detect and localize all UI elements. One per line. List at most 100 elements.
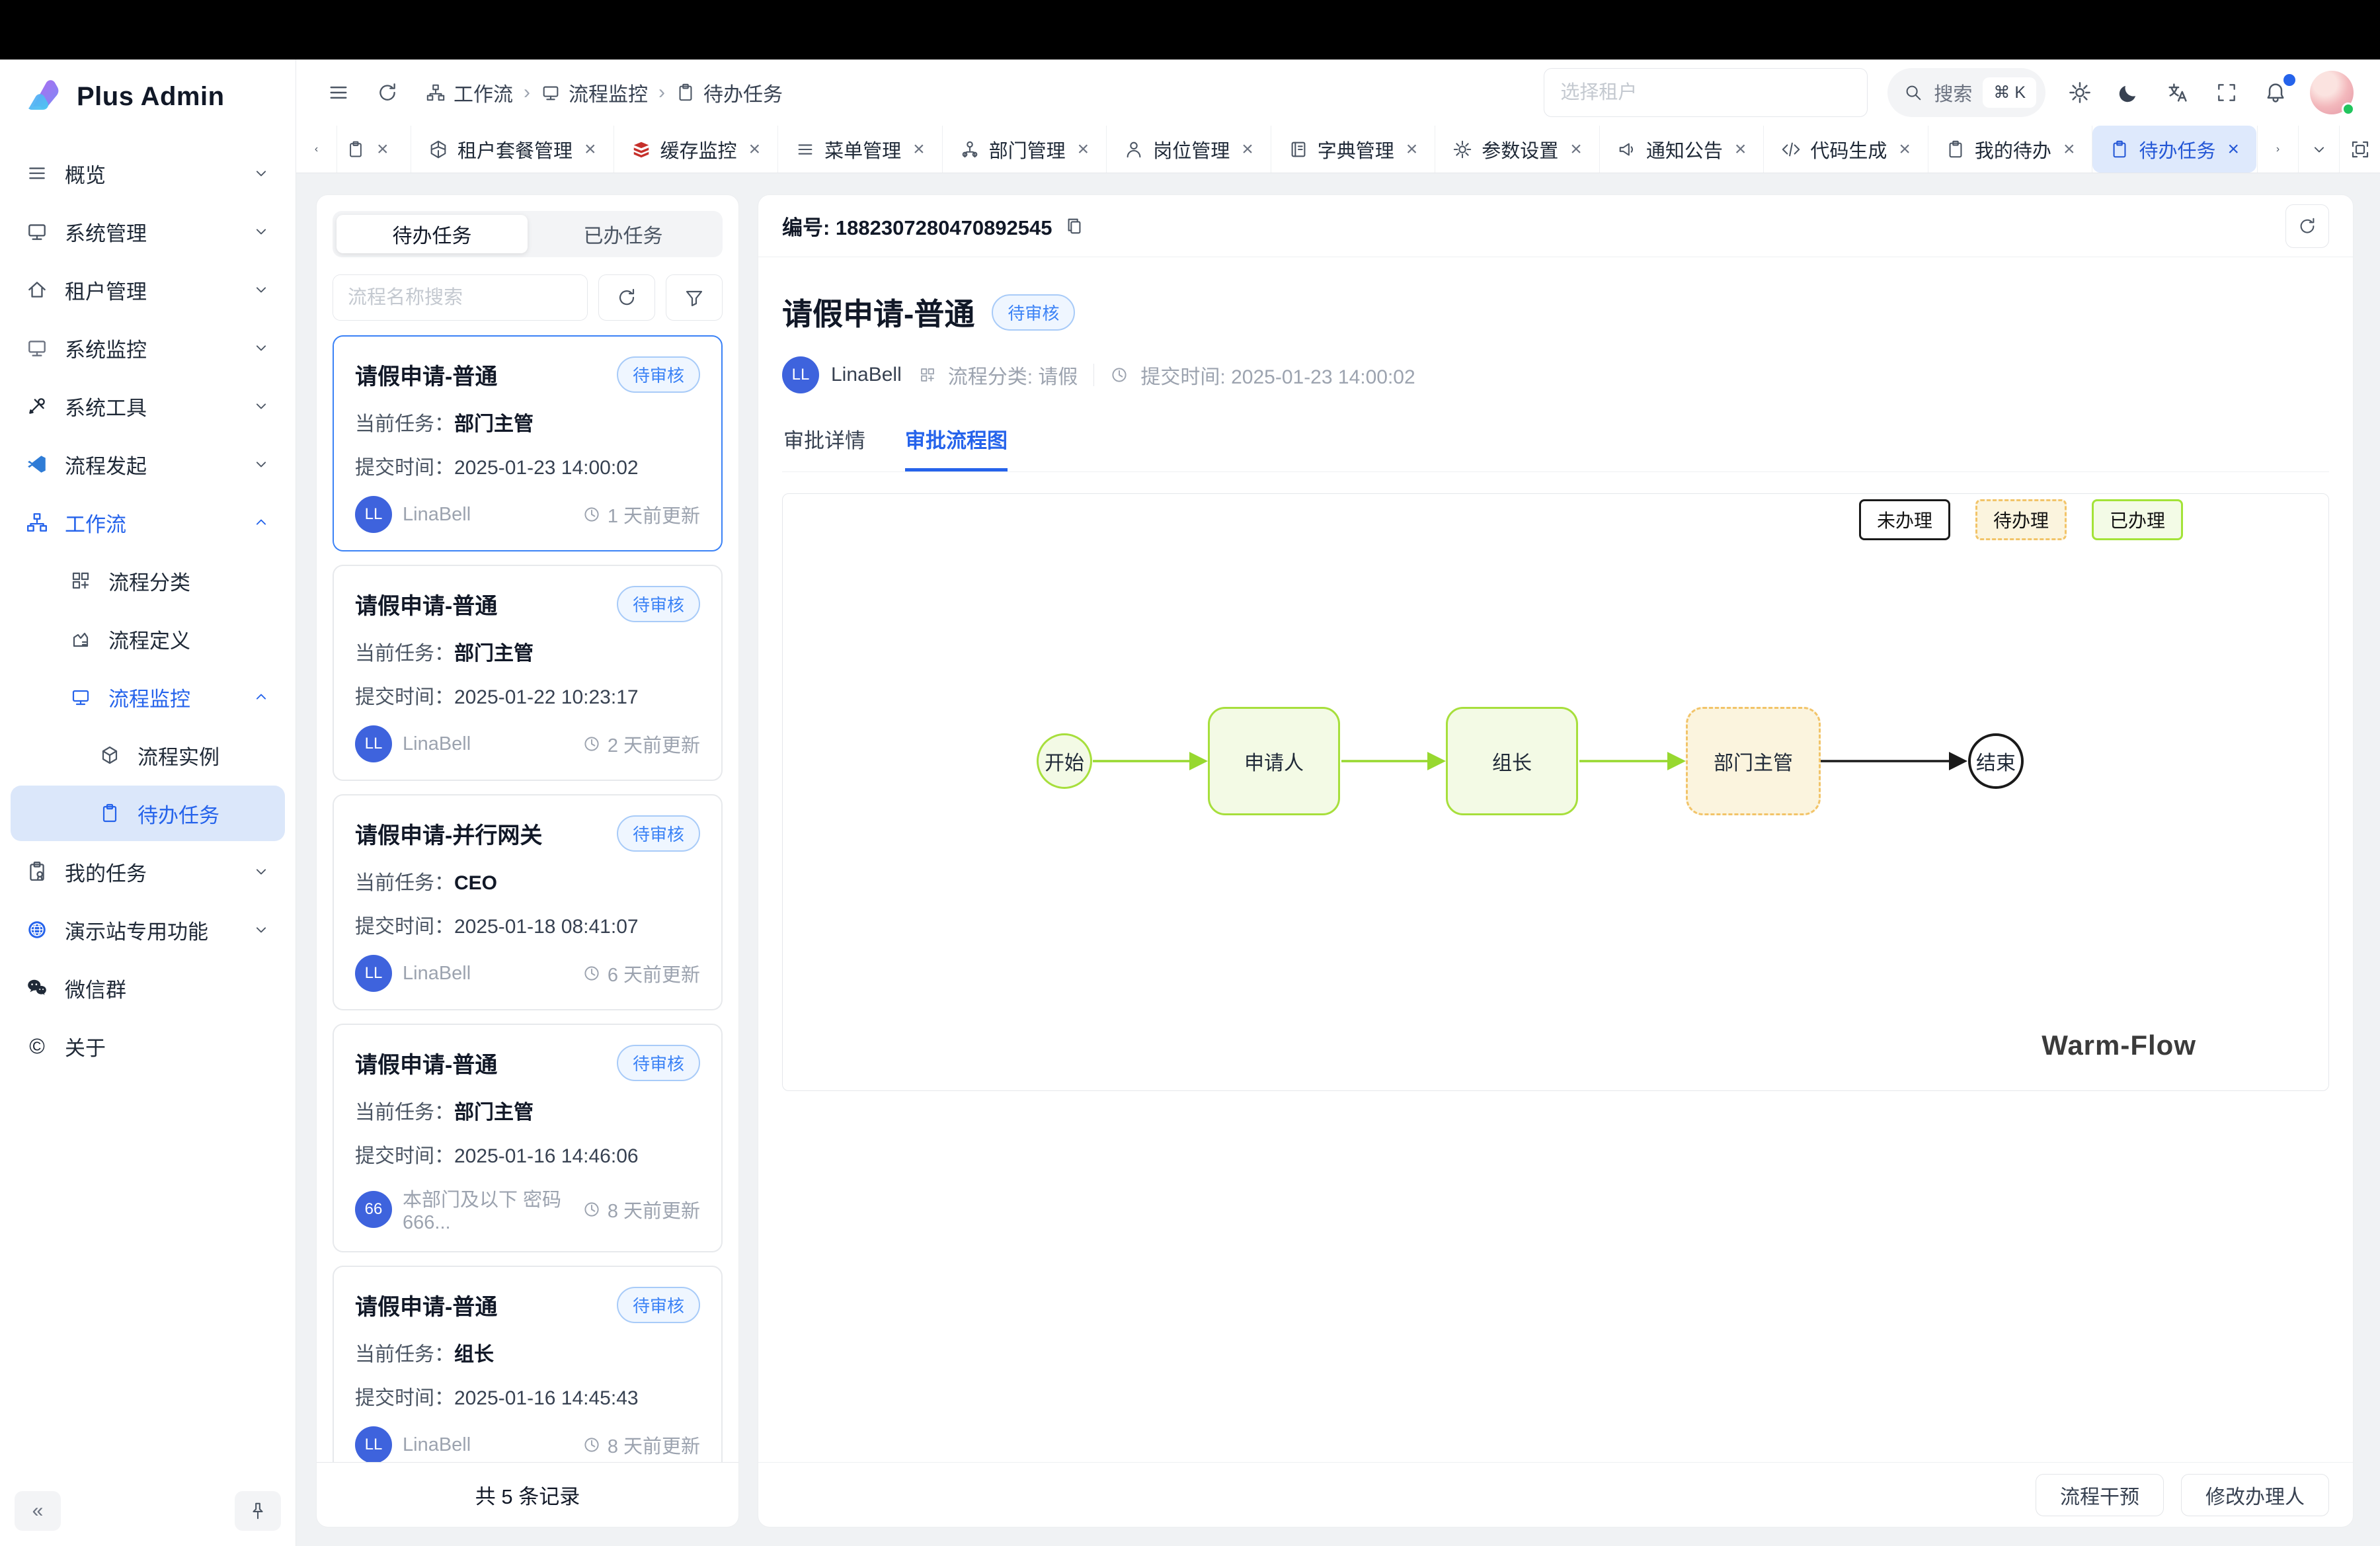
dark-mode-moon-icon[interactable]	[2114, 78, 2143, 107]
sidebar-item-process-monitor[interactable]: 流程监控	[11, 669, 285, 725]
sidebar-item-workflow[interactable]: 工作流	[11, 495, 285, 550]
close-icon[interactable]: ×	[1406, 138, 1418, 161]
close-icon[interactable]: ×	[1570, 138, 1582, 161]
tab-cache-monitor[interactable]: 缓存监控×	[614, 126, 779, 173]
close-icon[interactable]: ×	[1899, 138, 1911, 161]
collapse-sidebar-button[interactable]: «	[15, 1491, 61, 1531]
sidebar-item-wechat-group[interactable]: 微信群	[11, 960, 285, 1016]
task-card[interactable]: 请假申请-普通 待审核 当前任务：部门主管 提交时间：2025-01-23 14…	[333, 335, 723, 551]
sidebar-item-system-tools[interactable]: 系统工具	[11, 378, 285, 434]
settings-gear-icon[interactable]	[2065, 78, 2094, 107]
sidebar-item-label: 流程实例	[138, 741, 219, 770]
tab-todo-tasks[interactable]: 待办任务×	[2092, 126, 2256, 173]
refresh-list-button[interactable]	[598, 274, 655, 321]
tabs-fullscreen-button[interactable]	[2339, 126, 2380, 173]
sidebar-item-label: 流程定义	[108, 624, 190, 654]
sidebar-item-demo-features[interactable]: 演示站专用功能	[11, 902, 285, 957]
sidebar-item-system-mgmt[interactable]: 系统管理	[11, 204, 285, 259]
app-logo[interactable]: Plus Admin	[0, 60, 296, 134]
process-search-input[interactable]	[333, 275, 588, 320]
overview-icon	[25, 162, 49, 184]
change-assignee-button[interactable]: 修改办理人	[2181, 1474, 2329, 1516]
breadcrumb-todo-tasks[interactable]: 待办任务	[676, 78, 783, 107]
notification-badge	[2283, 74, 2295, 86]
flow-node-dept-manager[interactable]: 部门主管	[1686, 707, 1821, 815]
sidebar-item-process-definition[interactable]: 流程定义	[11, 611, 285, 667]
refresh-page-icon[interactable]	[372, 77, 403, 108]
sidebar-item-overview[interactable]: 概览	[11, 145, 285, 201]
notification-bell-icon[interactable]	[2261, 78, 2290, 107]
language-icon[interactable]	[2163, 78, 2192, 107]
tab-param-settings[interactable]: 参数设置×	[1435, 126, 1600, 173]
monitor-icon	[69, 686, 93, 708]
copy-icon[interactable]	[1064, 216, 1084, 236]
detail-title: 请假申请-普通	[782, 290, 974, 334]
tab-bar: ‹ × 租户套餐管理× 缓存监控× 菜单管理×	[296, 126, 2380, 173]
tab-menu-mgmt[interactable]: 菜单管理×	[778, 126, 943, 173]
tab-dict-mgmt[interactable]: 字典管理×	[1271, 126, 1436, 173]
segment-done[interactable]: 已办任务	[528, 215, 719, 253]
flow-node-start[interactable]: 开始	[1037, 733, 1092, 789]
clipboard-icon	[346, 140, 365, 159]
task-card[interactable]: 请假申请-普通 待审核 当前任务：部门主管 提交时间：2025-01-16 14…	[333, 1024, 723, 1252]
user-avatar[interactable]	[2310, 71, 2354, 114]
flowchart-canvas[interactable]: 未办理 待办理 已办理	[782, 493, 2329, 1091]
chevron-down-icon	[252, 455, 270, 473]
close-icon[interactable]: ×	[913, 138, 925, 161]
tab-dept-mgmt[interactable]: 部门管理×	[943, 126, 1107, 173]
tab-truncated[interactable]: ×	[337, 126, 411, 173]
tab-approval-flowchart[interactable]: 审批流程图	[905, 424, 1008, 471]
close-icon[interactable]: ×	[1078, 138, 1090, 161]
filter-button[interactable]	[666, 274, 723, 321]
sidebar-item-my-tasks[interactable]: 我的任务	[11, 844, 285, 899]
refresh-detail-button[interactable]	[2285, 204, 2329, 248]
global-search[interactable]: 搜索 ⌘ K	[1887, 68, 2045, 117]
tab-tenant-package[interactable]: 租户套餐管理×	[411, 126, 614, 173]
flow-node-end[interactable]: 结束	[1968, 733, 2024, 789]
flow-node-team-leader[interactable]: 组长	[1446, 707, 1578, 815]
clock-icon	[582, 735, 601, 753]
sidebar-item-label: 流程发起	[65, 450, 147, 479]
pin-sidebar-button[interactable]	[235, 1491, 281, 1531]
sidebar-item-process-initiate[interactable]: 流程发起	[11, 436, 285, 492]
task-card[interactable]: 请假申请-普通 待审核 当前任务：部门主管 提交时间：2025-01-22 10…	[333, 565, 723, 781]
chevron-down-icon	[252, 397, 270, 415]
task-card[interactable]: 请假申请-普通 待审核 当前任务：组长 提交时间：2025-01-16 14:4…	[333, 1266, 723, 1462]
tab-post-mgmt[interactable]: 岗位管理×	[1107, 126, 1271, 173]
chevron-up-icon	[252, 513, 270, 532]
tenant-select-input[interactable]	[1544, 68, 1868, 117]
sidebar-item-process-category[interactable]: 流程分类	[11, 553, 285, 608]
flow-node-applicant[interactable]: 申请人	[1208, 707, 1340, 815]
chevron-down-icon	[252, 280, 270, 299]
fullscreen-icon[interactable]	[2212, 78, 2241, 107]
close-icon[interactable]: ×	[1242, 138, 1253, 161]
close-icon[interactable]: ×	[2063, 138, 2075, 161]
tab-my-todo[interactable]: 我的待办×	[1928, 126, 2093, 173]
close-icon[interactable]: ×	[377, 138, 389, 161]
tabs-scroll-right-button[interactable]: ›	[2257, 126, 2298, 173]
breadcrumb-separator: ›	[658, 81, 665, 104]
segment-todo[interactable]: 待办任务	[337, 215, 528, 253]
close-icon[interactable]: ×	[2227, 138, 2239, 161]
sidebar-item-process-instance[interactable]: 流程实例	[11, 727, 285, 783]
close-icon[interactable]: ×	[1735, 138, 1747, 161]
tabs-dropdown-button[interactable]	[2298, 126, 2339, 173]
tab-notice[interactable]: 通知公告×	[1600, 126, 1765, 173]
sidebar-item-system-monitor[interactable]: 系统监控	[11, 320, 285, 376]
breadcrumb-process-monitor[interactable]: 流程监控	[541, 78, 648, 107]
hamburger-menu-icon[interactable]	[323, 77, 354, 108]
task-card[interactable]: 请假申请-并行网关 待审核 当前任务：CEO 提交时间：2025-01-18 0…	[333, 794, 723, 1010]
sidebar-item-about[interactable]: © 关于	[11, 1018, 285, 1074]
process-intervene-button[interactable]: 流程干预	[2036, 1474, 2164, 1516]
search-label: 搜索	[1934, 79, 1972, 106]
tab-code-gen[interactable]: 代码生成×	[1764, 126, 1928, 173]
sidebar-item-tenant-mgmt[interactable]: 租户管理	[11, 262, 285, 317]
tab-approval-detail[interactable]: 审批详情	[783, 424, 865, 471]
sidebar-item-todo-tasks[interactable]: 待办任务	[11, 786, 285, 841]
close-icon[interactable]: ×	[584, 138, 596, 161]
sidebar-menu: 概览 系统管理 租户管理 系统监控 系统工具	[0, 134, 296, 1485]
close-icon[interactable]: ×	[749, 138, 761, 161]
process-serial: 编号: 1882307280470892545	[782, 211, 1052, 241]
tabs-scroll-left-button[interactable]: ‹	[296, 126, 337, 173]
breadcrumb-workflow[interactable]: 工作流	[426, 78, 513, 107]
